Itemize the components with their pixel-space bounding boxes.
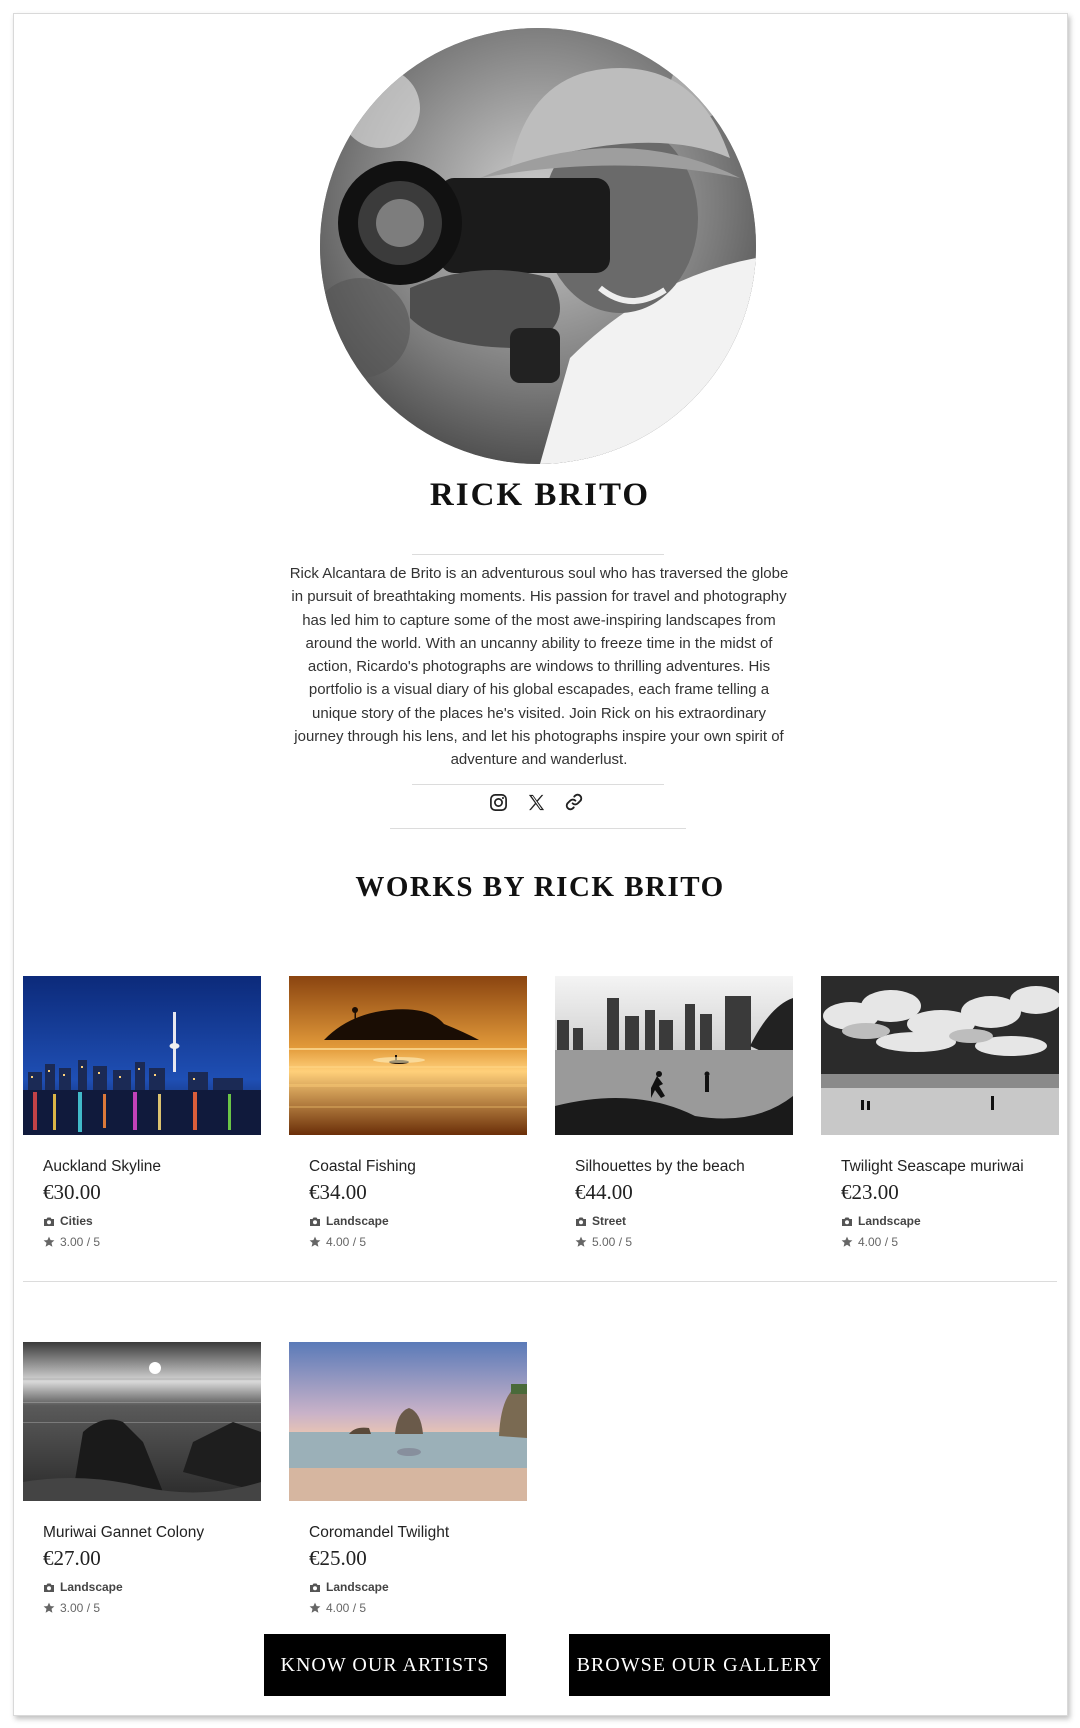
star-icon (841, 1236, 853, 1247)
work-price: €25.00 (309, 1546, 367, 1570)
works-section-title: WORKS BY RICK BRITO (355, 871, 725, 903)
work-rating-value: 3.00 / 5 (60, 1601, 101, 1615)
work-category-label: Cities (60, 1214, 93, 1228)
star-icon (43, 1602, 55, 1613)
work-card-auckland-skyline[interactable]: Auckland Skyline €30.00 Cities 3.00 / 5 (23, 976, 261, 1250)
camera-icon (44, 1583, 54, 1592)
divider-section (390, 828, 686, 829)
work-title: Coromandel Twilight (309, 1524, 450, 1541)
x-twitter-link[interactable] (524, 790, 548, 814)
work-category: Landscape (841, 1213, 1059, 1229)
star-icon (575, 1236, 587, 1247)
camera-icon (310, 1217, 320, 1226)
work-price: €44.00 (575, 1180, 633, 1204)
work-category-label: Landscape (858, 1214, 921, 1228)
twilight-seascape-thumbnail (821, 976, 1059, 1135)
work-title: Auckland Skyline (43, 1158, 162, 1175)
work-rating-value: 3.00 / 5 (60, 1235, 101, 1249)
muriwai-gannet-thumbnail (23, 1342, 261, 1501)
coastal-fishing-thumbnail (289, 976, 527, 1135)
camera-icon (310, 1583, 320, 1592)
x-twitter-icon (528, 794, 544, 810)
instagram-link[interactable] (486, 790, 510, 814)
work-rating: 4.00 / 5 (309, 1234, 527, 1250)
coromandel-twilight-thumbnail (289, 1342, 527, 1501)
artist-portrait-image (320, 28, 756, 464)
work-price: €23.00 (841, 1180, 899, 1204)
work-category: Street (575, 1213, 793, 1229)
artist-bio: Rick Alcantara de Brito is an adventurou… (289, 565, 789, 769)
star-icon (43, 1236, 55, 1247)
silhouettes-beach-thumbnail (555, 976, 793, 1135)
star-icon (309, 1236, 321, 1247)
work-title: Coastal Fishing (309, 1158, 416, 1175)
work-card-coromandel-twilight[interactable]: Coromandel Twilight €25.00 Landscape 4.0… (289, 1342, 527, 1616)
work-title: Silhouettes by the beach (575, 1158, 745, 1175)
work-price: €27.00 (43, 1546, 101, 1570)
work-category: Landscape (309, 1579, 527, 1595)
auckland-skyline-thumbnail (23, 976, 261, 1135)
work-category: Landscape (309, 1213, 527, 1229)
work-category-label: Landscape (326, 1580, 389, 1594)
divider-bio-bottom (412, 784, 664, 785)
work-card-coastal-fishing[interactable]: Coastal Fishing €34.00 Landscape 4.00 / … (289, 976, 527, 1250)
camera-icon (576, 1217, 586, 1226)
star-icon (309, 1602, 321, 1613)
link-icon (565, 793, 583, 811)
work-card-twilight-seascape-muriwai[interactable]: Twilight Seascape muriwai €23.00 Landsca… (821, 976, 1059, 1250)
social-links (486, 790, 596, 814)
artist-avatar (320, 28, 756, 464)
browse-our-gallery-button[interactable]: BROWSE OUR GALLERY (569, 1634, 830, 1696)
work-card-silhouettes-by-the-beach[interactable]: Silhouettes by the beach €44.00 Street 5… (555, 976, 793, 1250)
work-category-label: Landscape (60, 1580, 123, 1594)
work-rating: 3.00 / 5 (43, 1234, 261, 1250)
work-category-label: Landscape (326, 1214, 389, 1228)
divider-top (412, 554, 664, 555)
website-link[interactable] (562, 790, 586, 814)
work-card-muriwai-gannet-colony[interactable]: Muriwai Gannet Colony €27.00 Landscape 3… (23, 1342, 261, 1616)
work-category-label: Street (592, 1214, 627, 1228)
work-category: Cities (43, 1213, 261, 1229)
work-rating: 4.00 / 5 (309, 1600, 527, 1616)
work-title: Muriwai Gannet Colony (43, 1524, 205, 1541)
work-category: Landscape (43, 1579, 261, 1595)
work-rating-value: 5.00 / 5 (592, 1235, 633, 1249)
work-rating-value: 4.00 / 5 (858, 1235, 899, 1249)
camera-icon (44, 1217, 54, 1226)
instagram-icon (489, 793, 507, 811)
work-price: €34.00 (309, 1180, 367, 1204)
work-rating-value: 4.00 / 5 (326, 1601, 367, 1615)
work-rating: 4.00 / 5 (841, 1234, 1059, 1250)
work-title: Twilight Seascape muriwai (841, 1158, 1024, 1175)
work-price: €30.00 (43, 1180, 101, 1204)
work-rating: 3.00 / 5 (43, 1600, 261, 1616)
work-rating-value: 4.00 / 5 (326, 1235, 367, 1249)
work-rating: 5.00 / 5 (575, 1234, 793, 1250)
divider-rows (23, 1281, 1057, 1282)
know-our-artists-button[interactable]: KNOW OUR ARTISTS (264, 1634, 506, 1696)
camera-icon (842, 1217, 852, 1226)
artist-name: RICK BRITO (429, 477, 651, 513)
